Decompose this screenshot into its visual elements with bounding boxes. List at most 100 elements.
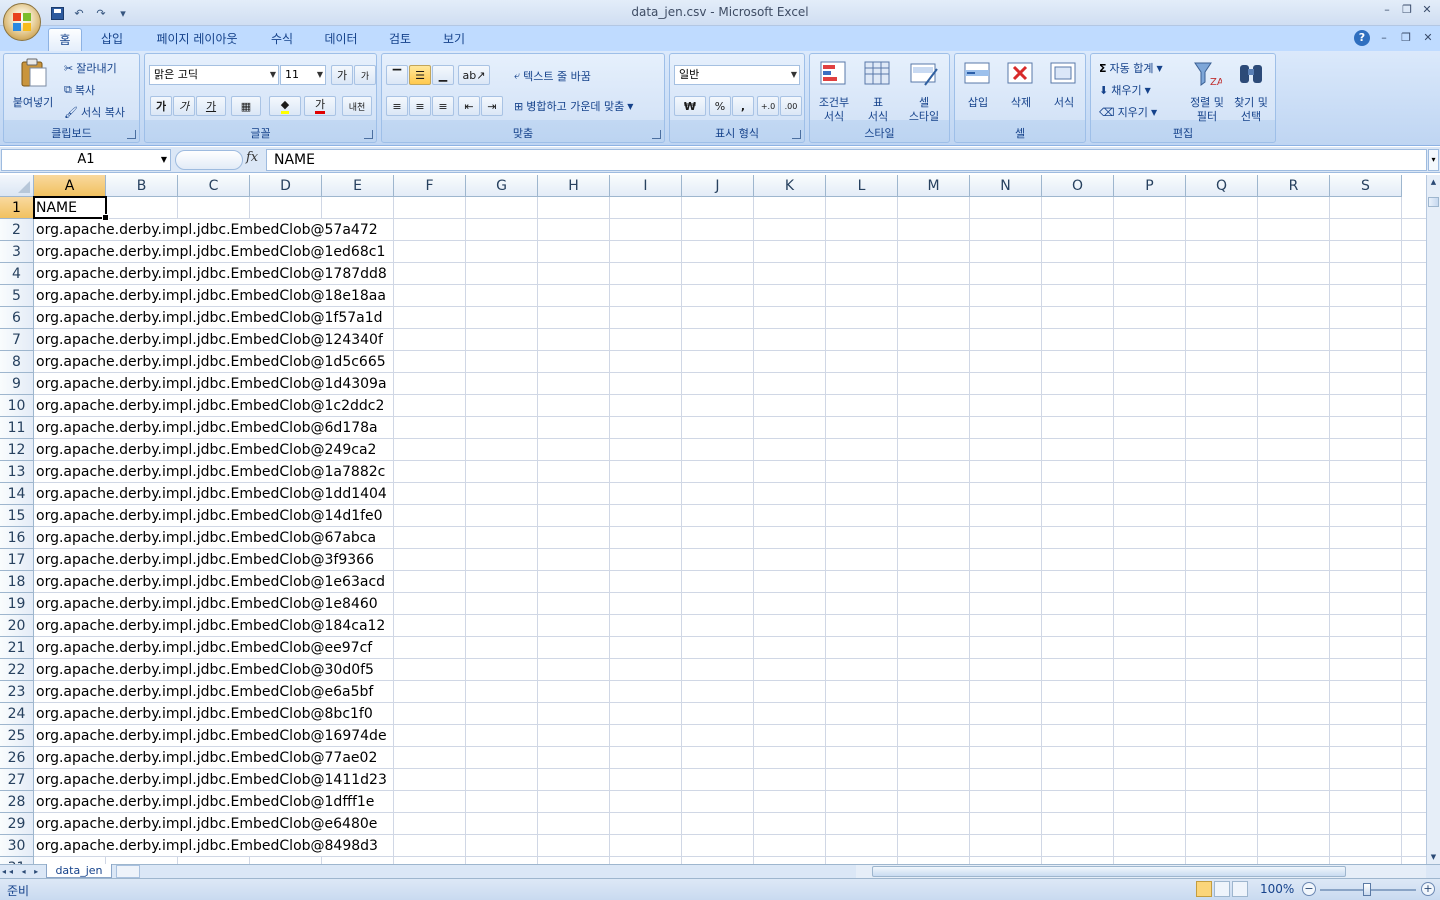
row-header[interactable]: 19 [0, 593, 34, 615]
align-right-button[interactable]: ≡ [432, 96, 454, 116]
select-all-button[interactable] [0, 175, 34, 197]
row-header[interactable]: 21 [0, 637, 34, 659]
doc-restore-button[interactable]: ❐ [1398, 30, 1414, 46]
cell-a[interactable]: org.apache.derby.impl.jdbc.EmbedClob@e64… [36, 813, 380, 834]
column-header-h[interactable]: H [538, 175, 610, 197]
orientation-button[interactable]: ab↗ [458, 65, 490, 85]
grow-font-button[interactable]: 가 [331, 65, 353, 85]
format-as-table-button[interactable]: 표 서식 [858, 56, 898, 126]
phonetic-button[interactable]: 내천 [342, 96, 372, 116]
horizontal-scroll-thumb[interactable] [872, 866, 1346, 877]
copy-button[interactable]: ⧉ 복사 [64, 82, 95, 98]
delete-cells-button[interactable]: 삭제 [1000, 56, 1042, 126]
row-cells[interactable]: org.apache.derby.impl.jdbc.EmbedClob@18e… [34, 285, 1426, 307]
row-header[interactable]: 28 [0, 791, 34, 813]
underline-button[interactable]: 가 [196, 96, 226, 116]
row-header[interactable]: 15 [0, 505, 34, 527]
insert-function-icon[interactable]: fx [246, 150, 264, 165]
horizontal-scrollbar[interactable] [856, 865, 1426, 878]
scroll-down-icon[interactable]: ▼ [1427, 850, 1440, 864]
autosum-button[interactable]: Σ 자동 합계 ▼ [1099, 60, 1163, 76]
tab-page-layout[interactable]: 페이지 레이아웃 [146, 28, 248, 51]
bold-button[interactable]: 가 [150, 96, 172, 116]
column-header-n[interactable]: N [970, 175, 1042, 197]
minimize-button[interactable]: – [1378, 2, 1396, 18]
cell-a[interactable]: org.apache.derby.impl.jdbc.EmbedClob@1dd… [36, 483, 389, 504]
align-top-button[interactable]: ▔ [386, 65, 408, 85]
clear-button[interactable]: ⌫ 지우기 ▼ [1099, 104, 1157, 120]
merge-center-button[interactable]: ⊞ 병합하고 가운데 맞춤 ▼ [514, 98, 633, 114]
row-header[interactable]: 24 [0, 703, 34, 725]
row-header[interactable]: 8 [0, 351, 34, 373]
row-cells[interactable]: org.apache.derby.impl.jdbc.EmbedClob@1f5… [34, 307, 1426, 329]
column-header-o[interactable]: O [1042, 175, 1114, 197]
font-name-combo[interactable]: 맑은 고딕 ▼ [149, 65, 279, 85]
find-select-button[interactable]: 찾기 및 선택 [1229, 56, 1273, 126]
cut-button[interactable]: ✂ 잘라내기 [64, 60, 117, 76]
name-box[interactable]: A1 ▼ [1, 149, 171, 171]
cell-a[interactable]: org.apache.derby.impl.jdbc.EmbedClob@849… [36, 835, 380, 856]
row-header[interactable]: 13 [0, 461, 34, 483]
cell-a[interactable]: org.apache.derby.impl.jdbc.EmbedClob@ee9… [36, 637, 375, 658]
row-cells[interactable]: org.apache.derby.impl.jdbc.EmbedClob@6d1… [34, 417, 1426, 439]
column-header-i[interactable]: I [610, 175, 682, 197]
insert-sheet-button[interactable] [116, 865, 140, 878]
row-cells[interactable]: org.apache.derby.impl.jdbc.EmbedClob@1e8… [34, 593, 1426, 615]
zoom-out-button[interactable]: − [1302, 882, 1316, 896]
row-cells[interactable]: org.apache.derby.impl.jdbc.EmbedClob@1dd… [34, 483, 1426, 505]
align-center-button[interactable]: ≡ [409, 96, 431, 116]
cell-a[interactable]: org.apache.derby.impl.jdbc.EmbedClob@3f9… [36, 549, 376, 570]
cell-a[interactable]: org.apache.derby.impl.jdbc.EmbedClob@1d4… [36, 373, 389, 394]
insert-cells-button[interactable]: 삽입 [957, 56, 999, 126]
column-header-k[interactable]: K [754, 175, 826, 197]
cell-a[interactable]: org.apache.derby.impl.jdbc.EmbedClob@1e8… [36, 593, 380, 614]
row-header[interactable]: 20 [0, 615, 34, 637]
cell-a[interactable]: org.apache.derby.impl.jdbc.EmbedClob@1df… [36, 791, 377, 812]
column-header-r[interactable]: R [1258, 175, 1330, 197]
row-cells[interactable]: org.apache.derby.impl.jdbc.EmbedClob@1d5… [34, 351, 1426, 373]
format-cells-button[interactable]: 서식 [1043, 56, 1085, 126]
column-header-m[interactable]: M [898, 175, 970, 197]
row-header[interactable]: 31 [0, 857, 34, 864]
cell-a[interactable]: org.apache.derby.impl.jdbc.EmbedClob@1e6… [36, 571, 388, 592]
zoom-level[interactable]: 100% [1260, 882, 1294, 896]
column-header-p[interactable]: P [1114, 175, 1186, 197]
format-painter-button[interactable]: 🖌 서식 복사 [64, 104, 125, 120]
row-cells[interactable]: org.apache.derby.impl.jdbc.EmbedClob@169… [34, 725, 1426, 747]
cell-a[interactable]: org.apache.derby.impl.jdbc.EmbedClob@178… [36, 263, 389, 284]
column-header-j[interactable]: J [682, 175, 754, 197]
font-size-combo[interactable]: 11 ▼ [280, 65, 326, 85]
borders-button[interactable]: ▦ [231, 96, 261, 116]
tab-view[interactable]: 보기 [434, 28, 474, 51]
row-header[interactable]: 7 [0, 329, 34, 351]
vertical-scroll-thumb[interactable] [1428, 197, 1439, 207]
column-header-b[interactable]: B [106, 175, 178, 197]
column-header-f[interactable]: F [394, 175, 466, 197]
cell-a[interactable]: org.apache.derby.impl.jdbc.EmbedClob@184… [36, 615, 388, 636]
row-cells[interactable]: org.apache.derby.impl.jdbc.EmbedClob@178… [34, 263, 1426, 285]
row-header[interactable]: 12 [0, 439, 34, 461]
column-header-c[interactable]: C [178, 175, 250, 197]
number-format-combo[interactable]: 일반 ▼ [674, 65, 800, 85]
font-color-button[interactable]: 가 [304, 96, 336, 116]
row-cells[interactable]: org.apache.derby.impl.jdbc.EmbedClob@e64… [34, 813, 1426, 835]
cell-a[interactable] [36, 857, 38, 864]
page-break-view-icon[interactable] [1232, 881, 1248, 897]
row-cells[interactable]: org.apache.derby.impl.jdbc.EmbedClob@57a… [34, 219, 1426, 241]
row-cells[interactable]: org.apache.derby.impl.jdbc.EmbedClob@249… [34, 439, 1426, 461]
fill-color-button[interactable]: ◆ [269, 96, 301, 116]
row-cells[interactable]: org.apache.derby.impl.jdbc.EmbedClob@1a7… [34, 461, 1426, 483]
column-header-g[interactable]: G [466, 175, 538, 197]
alignment-launcher-icon[interactable] [652, 130, 661, 139]
row-cells[interactable]: org.apache.derby.impl.jdbc.EmbedClob@1ed… [34, 241, 1426, 263]
increase-indent-button[interactable]: ⇥ [481, 96, 503, 116]
row-cells[interactable]: org.apache.derby.impl.jdbc.EmbedClob@67a… [34, 527, 1426, 549]
increase-decimal-button[interactable]: +.0 [757, 96, 779, 116]
office-button[interactable] [3, 3, 41, 41]
row-cells[interactable]: org.apache.derby.impl.jdbc.EmbedClob@ee9… [34, 637, 1426, 659]
row-cells[interactable]: org.apache.derby.impl.jdbc.EmbedClob@1d4… [34, 373, 1426, 395]
conditional-formatting-button[interactable]: 조건부 서식 [812, 56, 856, 126]
worksheet-grid[interactable]: ABCDEFGHIJKLMNOPQRS 1 NAME 2 org.apache.der… [0, 175, 1426, 864]
row-header[interactable]: 3 [0, 241, 34, 263]
row-header[interactable]: 25 [0, 725, 34, 747]
